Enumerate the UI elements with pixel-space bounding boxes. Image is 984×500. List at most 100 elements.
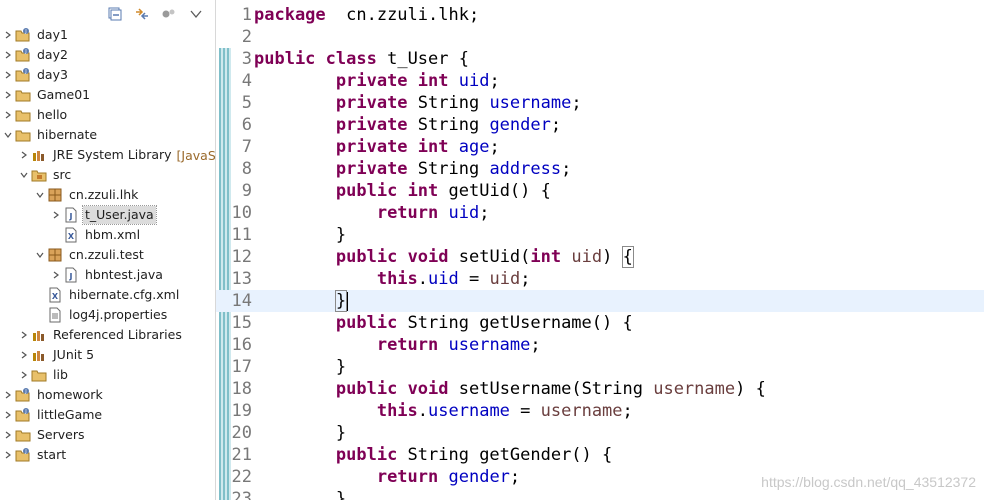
tree-item-decoration: [JavaSE- — [176, 147, 216, 163]
code-text: return username; — [254, 334, 541, 356]
code-line[interactable]: 16 return username; — [216, 334, 984, 356]
code-line[interactable]: 13 this.uid = uid; — [216, 268, 984, 290]
line-number: 21 — [231, 445, 252, 465]
keyword-token: return — [376, 335, 439, 355]
chevron-down-icon[interactable] — [18, 165, 30, 185]
tree-item-label: hbm.xml — [85, 227, 141, 242]
code-line[interactable]: 18 public void setUsername(String userna… — [216, 378, 984, 400]
code-line[interactable]: 5 private String username; — [216, 92, 984, 114]
svg-text:J: J — [69, 212, 73, 221]
chevron-right-icon[interactable] — [50, 265, 62, 285]
chevron-right-icon[interactable] — [2, 445, 14, 465]
code-text: public String getGender() { — [254, 444, 612, 466]
code-line[interactable]: 8 private String address; — [216, 158, 984, 180]
chevron-right-icon[interactable] — [2, 105, 14, 125]
chevron-right-icon[interactable] — [2, 425, 14, 445]
code-line[interactable]: 7 private int age; — [216, 136, 984, 158]
chevron-down-icon[interactable] — [2, 125, 14, 145]
keyword-token: public — [335, 445, 398, 465]
chevron-right-icon[interactable] — [18, 325, 30, 345]
code-token: ; — [622, 401, 633, 421]
code-line[interactable]: 14 } — [216, 290, 984, 312]
keyword-token: public — [335, 313, 398, 333]
chevron-right-icon[interactable] — [2, 25, 14, 45]
chevron-right-icon[interactable] — [2, 65, 14, 85]
chevron-right-icon[interactable] — [2, 85, 14, 105]
code-line[interactable]: 17 } — [216, 356, 984, 378]
chevron-right-icon[interactable] — [18, 345, 30, 365]
project-icon: J — [15, 407, 31, 423]
keyword-token: this — [376, 401, 418, 421]
line-number: 17 — [231, 357, 252, 377]
tree-item[interactable]: Xhibernate.cfg.xml — [34, 285, 181, 305]
code-line[interactable]: 10 return uid; — [216, 202, 984, 224]
tree-item[interactable]: JlittleGame — [2, 405, 104, 425]
tree-item[interactable]: JRE System Library [JavaSE- — [18, 145, 216, 165]
tree-item[interactable]: Jday3 — [2, 65, 70, 85]
code-line[interactable]: 11 } — [216, 224, 984, 246]
collapse-all-icon[interactable] — [106, 5, 124, 23]
tree-item[interactable]: Jt_User.java — [50, 205, 157, 225]
tree-item[interactable]: JUnit 5 — [18, 345, 96, 365]
code-line[interactable]: 15 public String getUsername() { — [216, 312, 984, 334]
tree-item[interactable]: src — [18, 165, 73, 185]
code-line[interactable]: 6 private String gender; — [216, 114, 984, 136]
view-menu-icon[interactable] — [187, 5, 205, 23]
code-text: public String getUsername() { — [254, 312, 633, 334]
tree-item[interactable]: cn.zzuli.test — [34, 245, 146, 265]
tree-item[interactable]: Referenced Libraries — [18, 325, 184, 345]
code-text: private int uid; — [254, 70, 500, 92]
keyword-token: void — [407, 379, 449, 399]
code-line[interactable]: 4 private int uid; — [216, 70, 984, 92]
chevron-right-icon[interactable] — [2, 405, 14, 425]
tree-item[interactable]: Jhbntest.java — [50, 265, 165, 285]
code-line[interactable]: 2 — [216, 26, 984, 48]
chevron-right-icon[interactable] — [2, 385, 14, 405]
package-icon — [47, 187, 63, 203]
link-with-editor-icon[interactable] — [133, 5, 151, 23]
code-text: public void setUsername(String username)… — [254, 378, 766, 400]
code-line[interactable]: 9 public int getUid() { — [216, 180, 984, 202]
tree-item[interactable]: Jstart — [2, 445, 68, 465]
code-token: ; — [561, 159, 572, 179]
keyword-token: package — [254, 5, 326, 25]
tree-item-label: cn.zzuli.test — [69, 247, 144, 262]
chevron-right-icon[interactable] — [18, 145, 30, 165]
code-line[interactable]: 21 public String getGender() { — [216, 444, 984, 466]
filters-icon[interactable] — [160, 5, 178, 23]
tree-item[interactable]: lib — [18, 365, 70, 385]
tree-item[interactable]: Game01 — [2, 85, 92, 105]
chevron-down-icon[interactable] — [34, 185, 46, 205]
code-line[interactable]: 1 package cn.zzuli.lhk; — [216, 4, 984, 26]
code-line[interactable]: 12 public void setUid(int uid) { — [216, 246, 984, 268]
tree-item[interactable]: hibernate — [2, 125, 99, 145]
chevron-right-icon[interactable] — [50, 205, 62, 225]
tree-item[interactable]: cn.zzuli.lhk — [34, 185, 140, 205]
tree-item[interactable]: hello — [2, 105, 69, 125]
tree-item[interactable]: Jday2 — [2, 45, 70, 65]
tree-item[interactable]: Servers — [2, 425, 87, 445]
code-line[interactable]: 3 public class t_User { — [216, 48, 984, 70]
tree-item[interactable]: Jhomework — [2, 385, 105, 405]
code-text: return gender; — [254, 466, 520, 488]
code-token: ; — [489, 71, 500, 91]
code-token: . — [417, 269, 429, 289]
package-icon — [47, 247, 63, 263]
tree-item[interactable]: log4j.properties — [34, 305, 169, 325]
chevron-down-icon[interactable] — [34, 245, 46, 265]
code-editor[interactable]: 1 package cn.zzuli.lhk; 2 3 public class t_U… — [216, 0, 984, 500]
field-token: address — [489, 159, 562, 179]
code-line[interactable]: 19 this.username = username; — [216, 400, 984, 422]
keyword-token: private — [335, 115, 408, 135]
tree-item-label: homework — [37, 387, 103, 402]
tree-item[interactable]: Jday1 — [2, 25, 70, 45]
chevron-right-icon[interactable] — [2, 45, 14, 65]
tree-item[interactable]: Xhbm.xml — [50, 225, 142, 245]
code-token: } — [254, 357, 347, 377]
chevron-right-icon[interactable] — [18, 365, 30, 385]
code-line[interactable]: 20 } — [216, 422, 984, 444]
code-token: } — [254, 225, 347, 245]
tree-item-label: t_User.java — [82, 205, 157, 225]
code-text: private String username; — [254, 92, 582, 114]
